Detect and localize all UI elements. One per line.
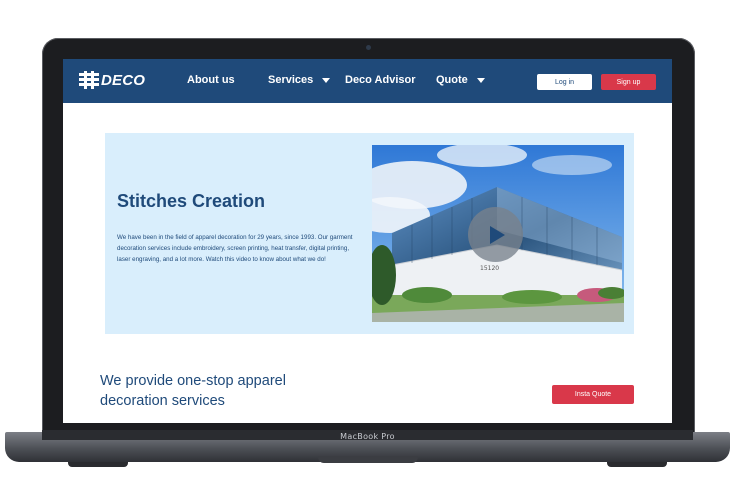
logo[interactable]: DECO: [79, 71, 145, 89]
nav-item-quote[interactable]: Quote: [436, 74, 485, 86]
nav-item-label: Services: [268, 74, 314, 86]
browser-screen: DECO About us Services Deco Advisor Quot…: [63, 59, 672, 423]
login-button[interactable]: Log in: [537, 74, 592, 90]
chevron-down-icon: [322, 77, 331, 83]
tagline-line: We provide one-stop apparel: [100, 373, 286, 389]
laptop-notch: [318, 456, 418, 463]
hero-video[interactable]: 15120: [372, 145, 624, 322]
top-nav: DECO About us Services Deco Advisor Quot…: [63, 59, 672, 103]
logo-text: DECO: [101, 71, 146, 89]
play-icon: [490, 225, 505, 244]
nav-item-label: About us: [187, 74, 235, 86]
play-button[interactable]: [468, 207, 523, 262]
chevron-down-icon: [476, 77, 485, 83]
nav-item-label: Deco Advisor: [345, 74, 416, 86]
laptop-mockup: DECO About us Services Deco Advisor Quot…: [0, 0, 735, 491]
section-tagline: We provide one-stop apparel decoration s…: [100, 371, 330, 411]
nav-item-services[interactable]: Services: [268, 74, 331, 86]
hero-description: We have been in the field of apparel dec…: [117, 234, 353, 263]
hero-section: Stitches Creation We have been in the fi…: [105, 133, 634, 334]
logo-icon: [79, 71, 99, 89]
signup-button[interactable]: Sign up: [601, 74, 656, 90]
nav-item-deco-advisor[interactable]: Deco Advisor: [345, 74, 416, 86]
nav-item-about-us[interactable]: About us: [187, 74, 235, 86]
laptop-foot: [607, 462, 667, 467]
hero-title: Stitches Creation: [117, 191, 266, 211]
camera-icon: [366, 45, 371, 50]
nav-item-label: Quote: [436, 74, 468, 86]
insta-quote-button[interactable]: Insta Quote: [552, 385, 634, 404]
device-label: MacBook Pro: [340, 432, 395, 441]
laptop-foot: [68, 462, 128, 467]
building-number: 15120: [480, 265, 499, 272]
tagline-line: decoration services: [100, 393, 225, 409]
